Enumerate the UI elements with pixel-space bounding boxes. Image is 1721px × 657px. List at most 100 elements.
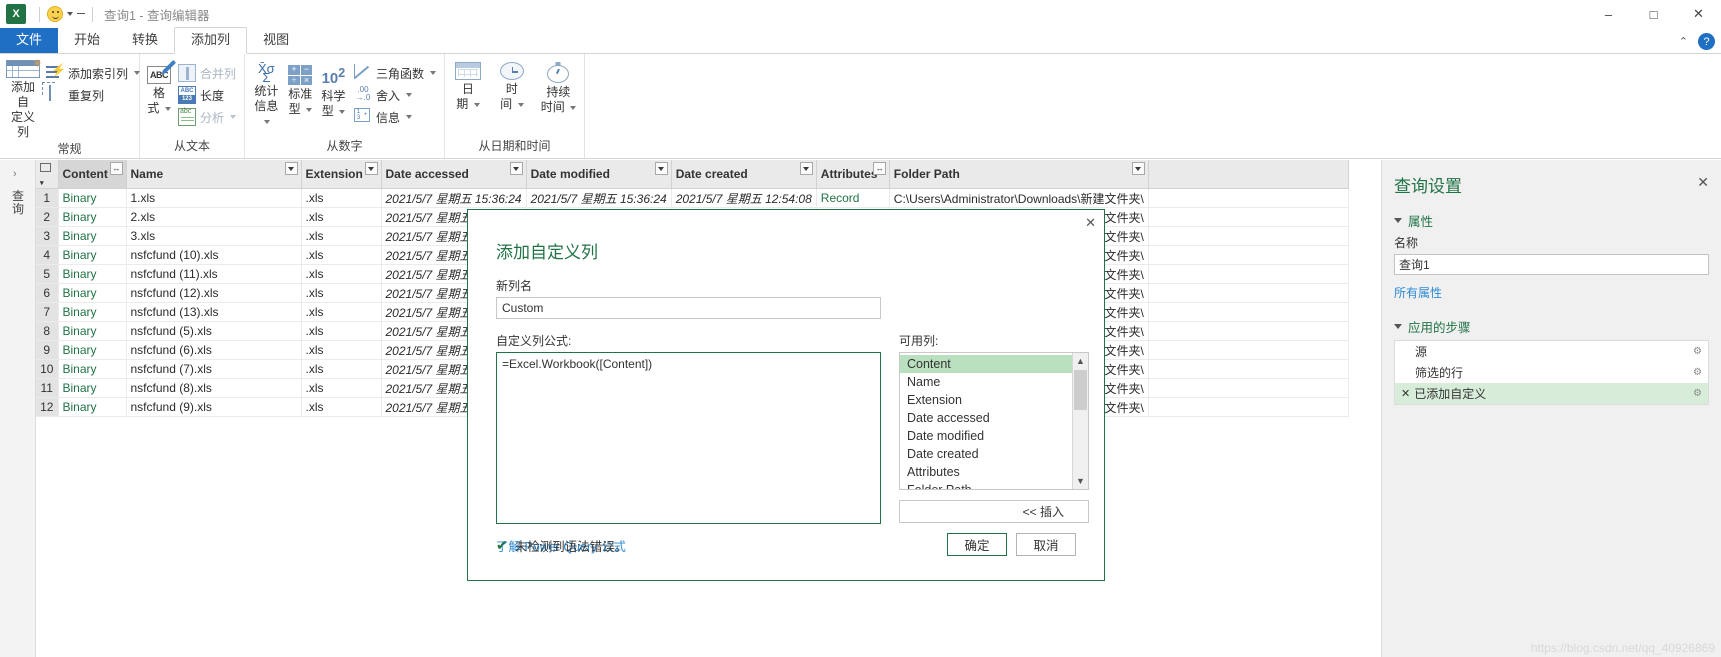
information-label: 信息 xyxy=(376,110,401,125)
applied-steps-section-header[interactable]: 应用的步骤 xyxy=(1394,317,1709,336)
format-button[interactable]: ABC 格式 xyxy=(146,58,176,116)
tab-file[interactable]: 文件 xyxy=(0,28,59,53)
expand-content-icon[interactable]: ↔ xyxy=(109,162,123,175)
chevron-down-icon[interactable] xyxy=(1394,324,1402,329)
close-button[interactable]: ✕ xyxy=(1676,0,1721,28)
column-header-extension[interactable]: Extension xyxy=(301,160,382,189)
cell-name: nsfcfund (8).xls xyxy=(126,378,302,398)
chevron-down-icon[interactable] xyxy=(264,119,271,124)
grid-corner-button[interactable]: ▾ xyxy=(36,160,59,189)
available-column-item[interactable]: Name xyxy=(900,373,1088,391)
chevron-down-icon[interactable] xyxy=(517,102,524,107)
chevron-down-icon[interactable] xyxy=(406,93,413,97)
row-number: 6 xyxy=(36,283,59,303)
new-column-name-input[interactable] xyxy=(496,297,881,319)
column-header-attributes[interactable]: Attributes ↔ xyxy=(816,160,890,189)
tab-home[interactable]: 开始 xyxy=(58,28,116,53)
applied-step-filtered-rows[interactable]: 筛选的行 ⚙ xyxy=(1395,362,1708,383)
scroll-up-icon[interactable]: ▲ xyxy=(1073,353,1088,369)
column-header-date-modified[interactable]: Date modified xyxy=(526,160,672,189)
filter-date-modified-icon[interactable] xyxy=(654,162,668,175)
gear-icon[interactable]: ⚙ xyxy=(1693,367,1702,378)
column-header-date-created[interactable]: Date created xyxy=(671,160,817,189)
duplicate-column-button[interactable]: 重复列 xyxy=(44,84,142,106)
statistics-button[interactable]: X̄σ Σ 统计 信息 xyxy=(251,58,282,129)
tab-transform[interactable]: 转换 xyxy=(116,28,174,53)
available-column-item[interactable]: Date accessed xyxy=(900,409,1088,427)
available-column-item[interactable]: Attributes xyxy=(900,463,1088,481)
chevron-down-icon[interactable] xyxy=(570,105,577,110)
available-column-item[interactable]: Folder Path xyxy=(900,481,1088,489)
table-row[interactable]: 1 Binary 1.xls .xls 2021/5/7 星期五 15:36:24 202… xyxy=(36,188,1349,208)
date-button[interactable]: 日期 xyxy=(451,60,485,112)
column-header-name[interactable]: Name xyxy=(126,160,302,189)
queries-rail[interactable]: › 查询 xyxy=(0,160,36,657)
chevron-down-icon[interactable] xyxy=(164,106,171,111)
ribbon-group-from-text-title: 从文本 xyxy=(173,139,210,153)
time-button[interactable]: 时间 xyxy=(495,60,529,112)
scientific-button[interactable]: 102 科学型 xyxy=(319,58,348,119)
chevron-down-icon[interactable] xyxy=(1394,218,1402,223)
column-header-content[interactable]: Content ↔ xyxy=(58,160,127,189)
dialog-close-icon[interactable]: ✕ xyxy=(1085,215,1096,231)
gear-icon[interactable]: ⚙ xyxy=(1693,346,1702,357)
delete-step-icon[interactable]: ✕ xyxy=(1401,387,1410,400)
dialog-body: 新列名 自定义列公式: 可用列: ContentNameExtensionDat… xyxy=(468,263,1104,527)
minimize-button[interactable]: – xyxy=(1586,0,1631,28)
properties-section-header[interactable]: 属性 xyxy=(1394,211,1709,230)
information-button[interactable]: 1 3 + 信息 xyxy=(352,106,438,128)
merge-columns-button[interactable]: 合并列 xyxy=(176,62,238,84)
available-column-item[interactable]: Extension xyxy=(900,391,1088,409)
chevron-down-icon[interactable] xyxy=(67,12,73,16)
tab-add-column[interactable]: 添加列 xyxy=(174,27,248,54)
quick-access-customize-icon[interactable] xyxy=(77,12,85,16)
available-column-item[interactable]: Date created xyxy=(900,445,1088,463)
applied-step-source[interactable]: 源 ⚙ xyxy=(1395,341,1708,362)
trigonometry-button[interactable]: 三角函数 xyxy=(352,62,438,84)
filter-folder-path-icon[interactable] xyxy=(1131,162,1145,175)
close-query-settings-icon[interactable]: ✕ xyxy=(1697,174,1709,191)
scroll-down-icon[interactable]: ▼ xyxy=(1073,473,1088,489)
chevron-down-icon[interactable] xyxy=(406,115,413,119)
help-icon[interactable]: ? xyxy=(1698,33,1715,50)
cell-extension: .xls xyxy=(301,264,382,284)
available-columns-scrollbar[interactable]: ▲ ▼ xyxy=(1072,353,1088,489)
all-properties-link[interactable]: 所有属性 xyxy=(1394,284,1709,301)
chevron-down-icon[interactable] xyxy=(339,109,346,114)
expand-queries-icon[interactable]: › xyxy=(13,168,17,180)
length-button[interactable]: ABC 123 长度 xyxy=(176,84,238,106)
column-header-date-accessed[interactable]: Date accessed xyxy=(381,160,527,189)
insert-button[interactable]: << 插入 xyxy=(899,500,1089,523)
filter-name-icon[interactable] xyxy=(284,162,298,175)
available-column-item[interactable]: Content xyxy=(900,355,1088,373)
scrollbar-thumb[interactable] xyxy=(1074,370,1087,410)
cancel-button[interactable]: 取消 xyxy=(1016,533,1076,556)
collapse-ribbon-icon[interactable]: ⌃ xyxy=(1679,35,1688,48)
available-columns-list[interactable]: Content Name Extension Date accessed Date mo… xyxy=(899,352,1089,490)
ok-button[interactable]: 确定 xyxy=(947,533,1007,556)
parse-button[interactable]: 分析 xyxy=(176,106,238,128)
maximize-button[interactable]: □ xyxy=(1631,0,1676,28)
chevron-down-icon[interactable] xyxy=(305,107,312,112)
smiley-face-icon[interactable] xyxy=(47,6,63,22)
cell-spacer xyxy=(1148,340,1349,360)
filter-date-created-icon[interactable] xyxy=(799,162,813,175)
filter-date-accessed-icon[interactable] xyxy=(509,162,523,175)
duration-button[interactable]: 持续 时间 xyxy=(539,60,578,115)
chevron-down-icon[interactable] xyxy=(230,115,236,119)
expand-attributes-icon[interactable]: ↔ xyxy=(872,162,886,175)
rounding-button[interactable]: .00 →.0 舍入 xyxy=(352,84,438,106)
column-header-folder-path[interactable]: Folder Path xyxy=(889,160,1149,189)
query-name-input[interactable] xyxy=(1394,254,1709,275)
applied-step-added-custom[interactable]: ✕ 已添加自定义 ⚙ xyxy=(1395,383,1708,404)
chevron-down-icon[interactable] xyxy=(430,71,437,75)
custom-column-formula-input[interactable] xyxy=(496,352,881,524)
add-index-column-button[interactable]: 添加索引列 xyxy=(44,62,142,84)
add-custom-column-button[interactable]: ✳ 添加自 定义列 xyxy=(6,58,42,140)
standard-button[interactable]: + − ÷ × 标准型 xyxy=(286,58,315,117)
available-column-item[interactable]: Date modified xyxy=(900,427,1088,445)
filter-extension-icon[interactable] xyxy=(364,162,378,175)
tab-view[interactable]: 视图 xyxy=(247,28,305,53)
chevron-down-icon[interactable] xyxy=(473,102,480,107)
gear-icon[interactable]: ⚙ xyxy=(1693,388,1702,399)
